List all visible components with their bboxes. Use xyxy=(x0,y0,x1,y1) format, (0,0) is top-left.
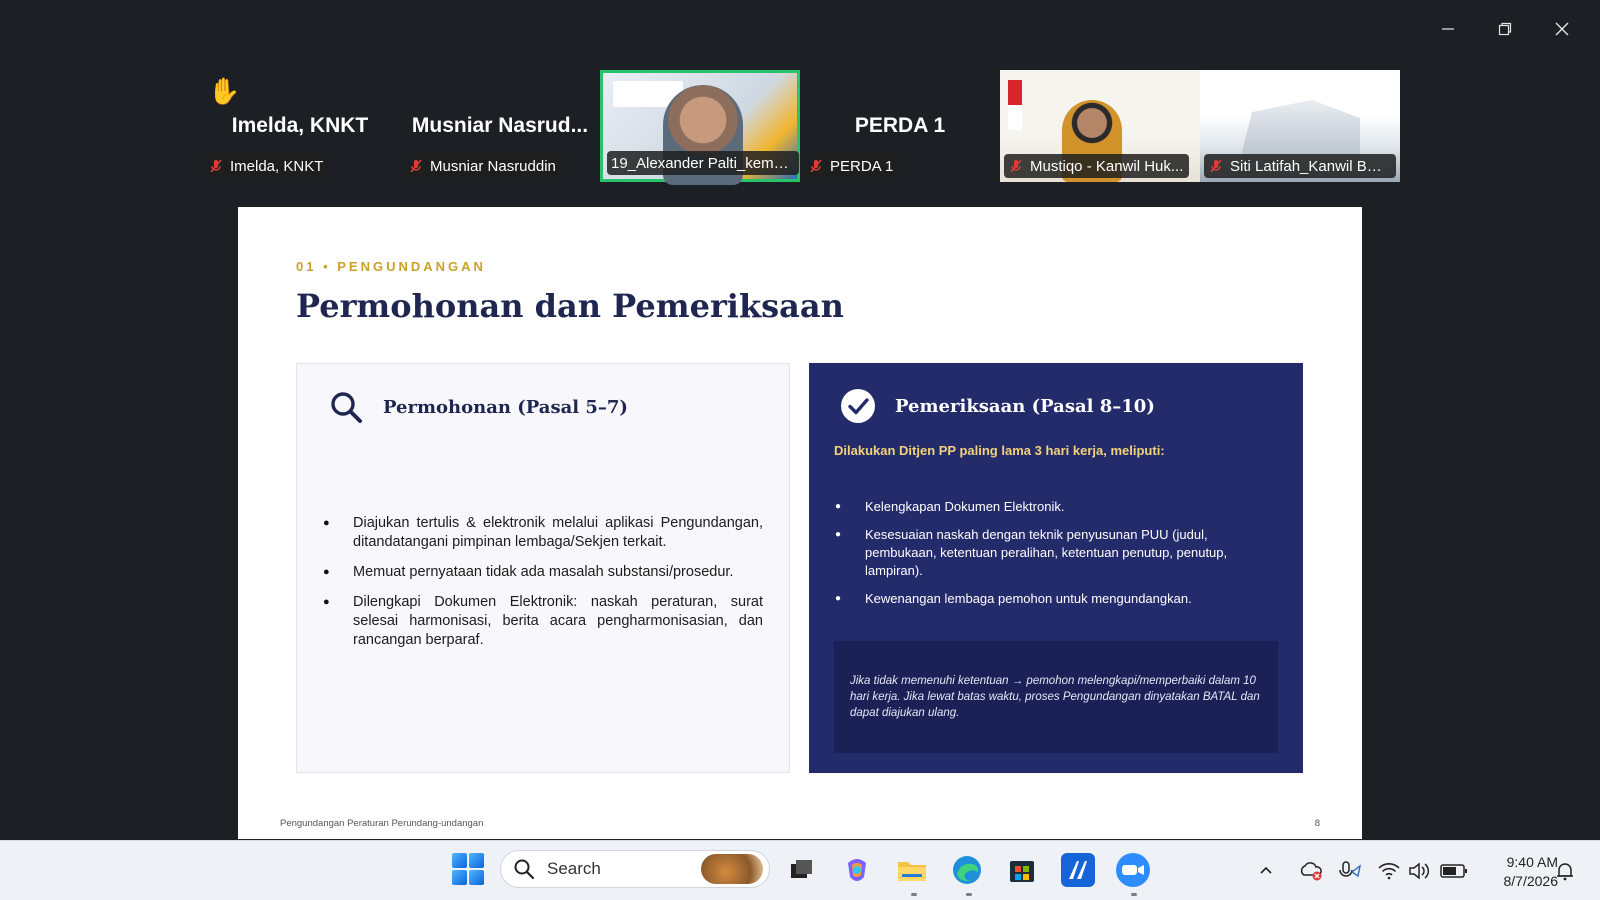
search-icon xyxy=(514,859,535,880)
participant-tile[interactable]: PERDA 1 PERDA 1 xyxy=(800,70,1000,182)
participant-strip: ✋ Imelda, KNKT Imelda, KNKT Musniar Nasr… xyxy=(0,70,1600,185)
restore-icon[interactable] xyxy=(1476,14,1533,44)
card-header: Pemeriksaan (Pasal 8–10) xyxy=(839,387,1155,425)
slide-page-number: 8 xyxy=(1314,818,1320,829)
mic-muted-icon xyxy=(810,159,822,173)
start-icon[interactable] xyxy=(452,853,484,885)
list-item: Dilengkapi Dokumen Elektronik: naskah pe… xyxy=(323,593,763,650)
store-icon[interactable] xyxy=(1005,853,1039,887)
app-icon[interactable] xyxy=(1061,853,1095,887)
list-item: Kewenangan lembaga pemohon untuk mengund… xyxy=(835,590,1265,608)
copilot-icon[interactable] xyxy=(840,853,874,887)
participant-name: Siti Latifah_Kanwil Bab... xyxy=(1230,157,1390,175)
battery-icon[interactable] xyxy=(1440,841,1468,900)
participant-display-name: Imelda, KNKT xyxy=(231,114,369,137)
close-icon[interactable] xyxy=(1533,14,1590,44)
edge-icon[interactable] xyxy=(950,853,984,887)
flag-image xyxy=(1008,80,1022,130)
search-icon xyxy=(327,388,365,426)
search-highlight-image xyxy=(701,854,763,884)
card-header: Permohonan (Pasal 5–7) xyxy=(327,388,628,426)
permohonan-list: Diajukan tertulis & elektronik melalui a… xyxy=(323,514,763,661)
participant-tile[interactable]: Musniar Nasrud... Musniar Nasruddin xyxy=(400,70,600,182)
mic-muted-icon xyxy=(210,159,222,173)
note-box: Jika tidak memenuhi ketentuan → pemohon … xyxy=(834,641,1278,753)
participant-label: 19_Alexander Palti_kemen... xyxy=(607,151,799,175)
participant-name: PERDA 1 xyxy=(830,157,894,175)
onedrive-icon[interactable] xyxy=(1298,841,1324,900)
raise-hand-icon: ✋ xyxy=(208,76,241,106)
shared-slide: 01 • PENGUNDANGAN Permohonan dan Pemerik… xyxy=(238,207,1362,839)
file-explorer-icon[interactable] xyxy=(895,853,929,887)
participant-display-name: PERDA 1 xyxy=(854,114,946,137)
search-placeholder: Search xyxy=(547,859,601,878)
mic-muted-icon xyxy=(1210,159,1222,173)
taskbar: Search 9:40 AM 8/7/2026 xyxy=(0,840,1600,900)
task-view-icon[interactable] xyxy=(784,853,818,887)
volume-icon[interactable] xyxy=(1408,841,1430,900)
list-item: Kesesuaian naskah dengan teknik penyusun… xyxy=(835,526,1265,580)
participant-label: Imelda, KNKT xyxy=(204,154,330,178)
card-subtitle: Dilakukan Ditjen PP paling lama 3 hari k… xyxy=(834,443,1165,458)
running-indicator xyxy=(966,893,972,896)
participant-label: Musniar Nasruddin xyxy=(404,154,562,178)
system-clock[interactable]: 9:40 AM 8/7/2026 xyxy=(1504,853,1559,891)
notification-icon[interactable] xyxy=(1555,841,1575,900)
participant-video-tile[interactable]: Siti Latifah_Kanwil Bab... xyxy=(1200,70,1400,182)
participant-video xyxy=(1240,100,1360,160)
list-item: Memuat pernyataan tidak ada masalah subs… xyxy=(323,563,763,582)
mic-icon[interactable] xyxy=(1338,841,1362,900)
search-box[interactable]: Search xyxy=(500,850,770,888)
running-indicator xyxy=(1131,893,1137,896)
mic-muted-icon xyxy=(1010,159,1022,173)
list-item: Diajukan tertulis & elektronik melalui a… xyxy=(323,514,763,552)
slide-footer: Pengundangan Peraturan Perundang-undanga… xyxy=(280,818,484,829)
pemeriksaan-card: Pemeriksaan (Pasal 8–10) Dilakukan Ditje… xyxy=(809,363,1303,773)
permohonan-card: Permohonan (Pasal 5–7) Diajukan tertulis… xyxy=(296,363,790,773)
mic-muted-icon xyxy=(410,159,422,173)
participant-name: Imelda, KNKT xyxy=(230,157,324,175)
participant-label: Siti Latifah_Kanwil Bab... xyxy=(1204,154,1396,178)
card-title: Pemeriksaan (Pasal 8–10) xyxy=(895,395,1155,417)
chevron-up-icon[interactable] xyxy=(1258,841,1274,900)
clock-date: 8/7/2026 xyxy=(1503,873,1559,889)
participant-display-name: Musniar Nasrud... xyxy=(411,114,589,137)
participant-name: Mustiqo - Kanwil Huk... xyxy=(1030,157,1184,175)
participant-video-tile[interactable]: Mustiqo - Kanwil Huk... xyxy=(1000,70,1200,182)
running-indicator xyxy=(911,893,917,896)
slide-eyebrow: 01 • PENGUNDANGAN xyxy=(296,259,486,274)
check-circle-icon xyxy=(839,387,877,425)
card-title: Permohonan (Pasal 5–7) xyxy=(383,396,628,418)
wifi-icon[interactable] xyxy=(1378,841,1400,900)
clock-time: 9:40 AM xyxy=(1506,854,1558,870)
zoom-icon[interactable] xyxy=(1116,853,1150,887)
participant-name: Musniar Nasruddin xyxy=(430,157,556,175)
participant-label: PERDA 1 xyxy=(804,154,900,178)
participant-video-tile[interactable]: 19_Alexander Palti_kemen... xyxy=(600,70,800,185)
window-controls xyxy=(1419,14,1590,44)
minimize-icon[interactable] xyxy=(1419,14,1476,44)
slide-title: Permohonan dan Pemeriksaan xyxy=(296,287,844,325)
pemeriksaan-list: Kelengkapan Dokumen Elektronik. Kesesuai… xyxy=(835,498,1265,618)
participant-name: 19_Alexander Palti_kemen... xyxy=(611,154,793,172)
list-item: Kelengkapan Dokumen Elektronik. xyxy=(835,498,1265,516)
participant-label: Mustiqo - Kanwil Huk... xyxy=(1004,154,1190,178)
participant-tile[interactable]: ✋ Imelda, KNKT Imelda, KNKT xyxy=(200,70,400,182)
